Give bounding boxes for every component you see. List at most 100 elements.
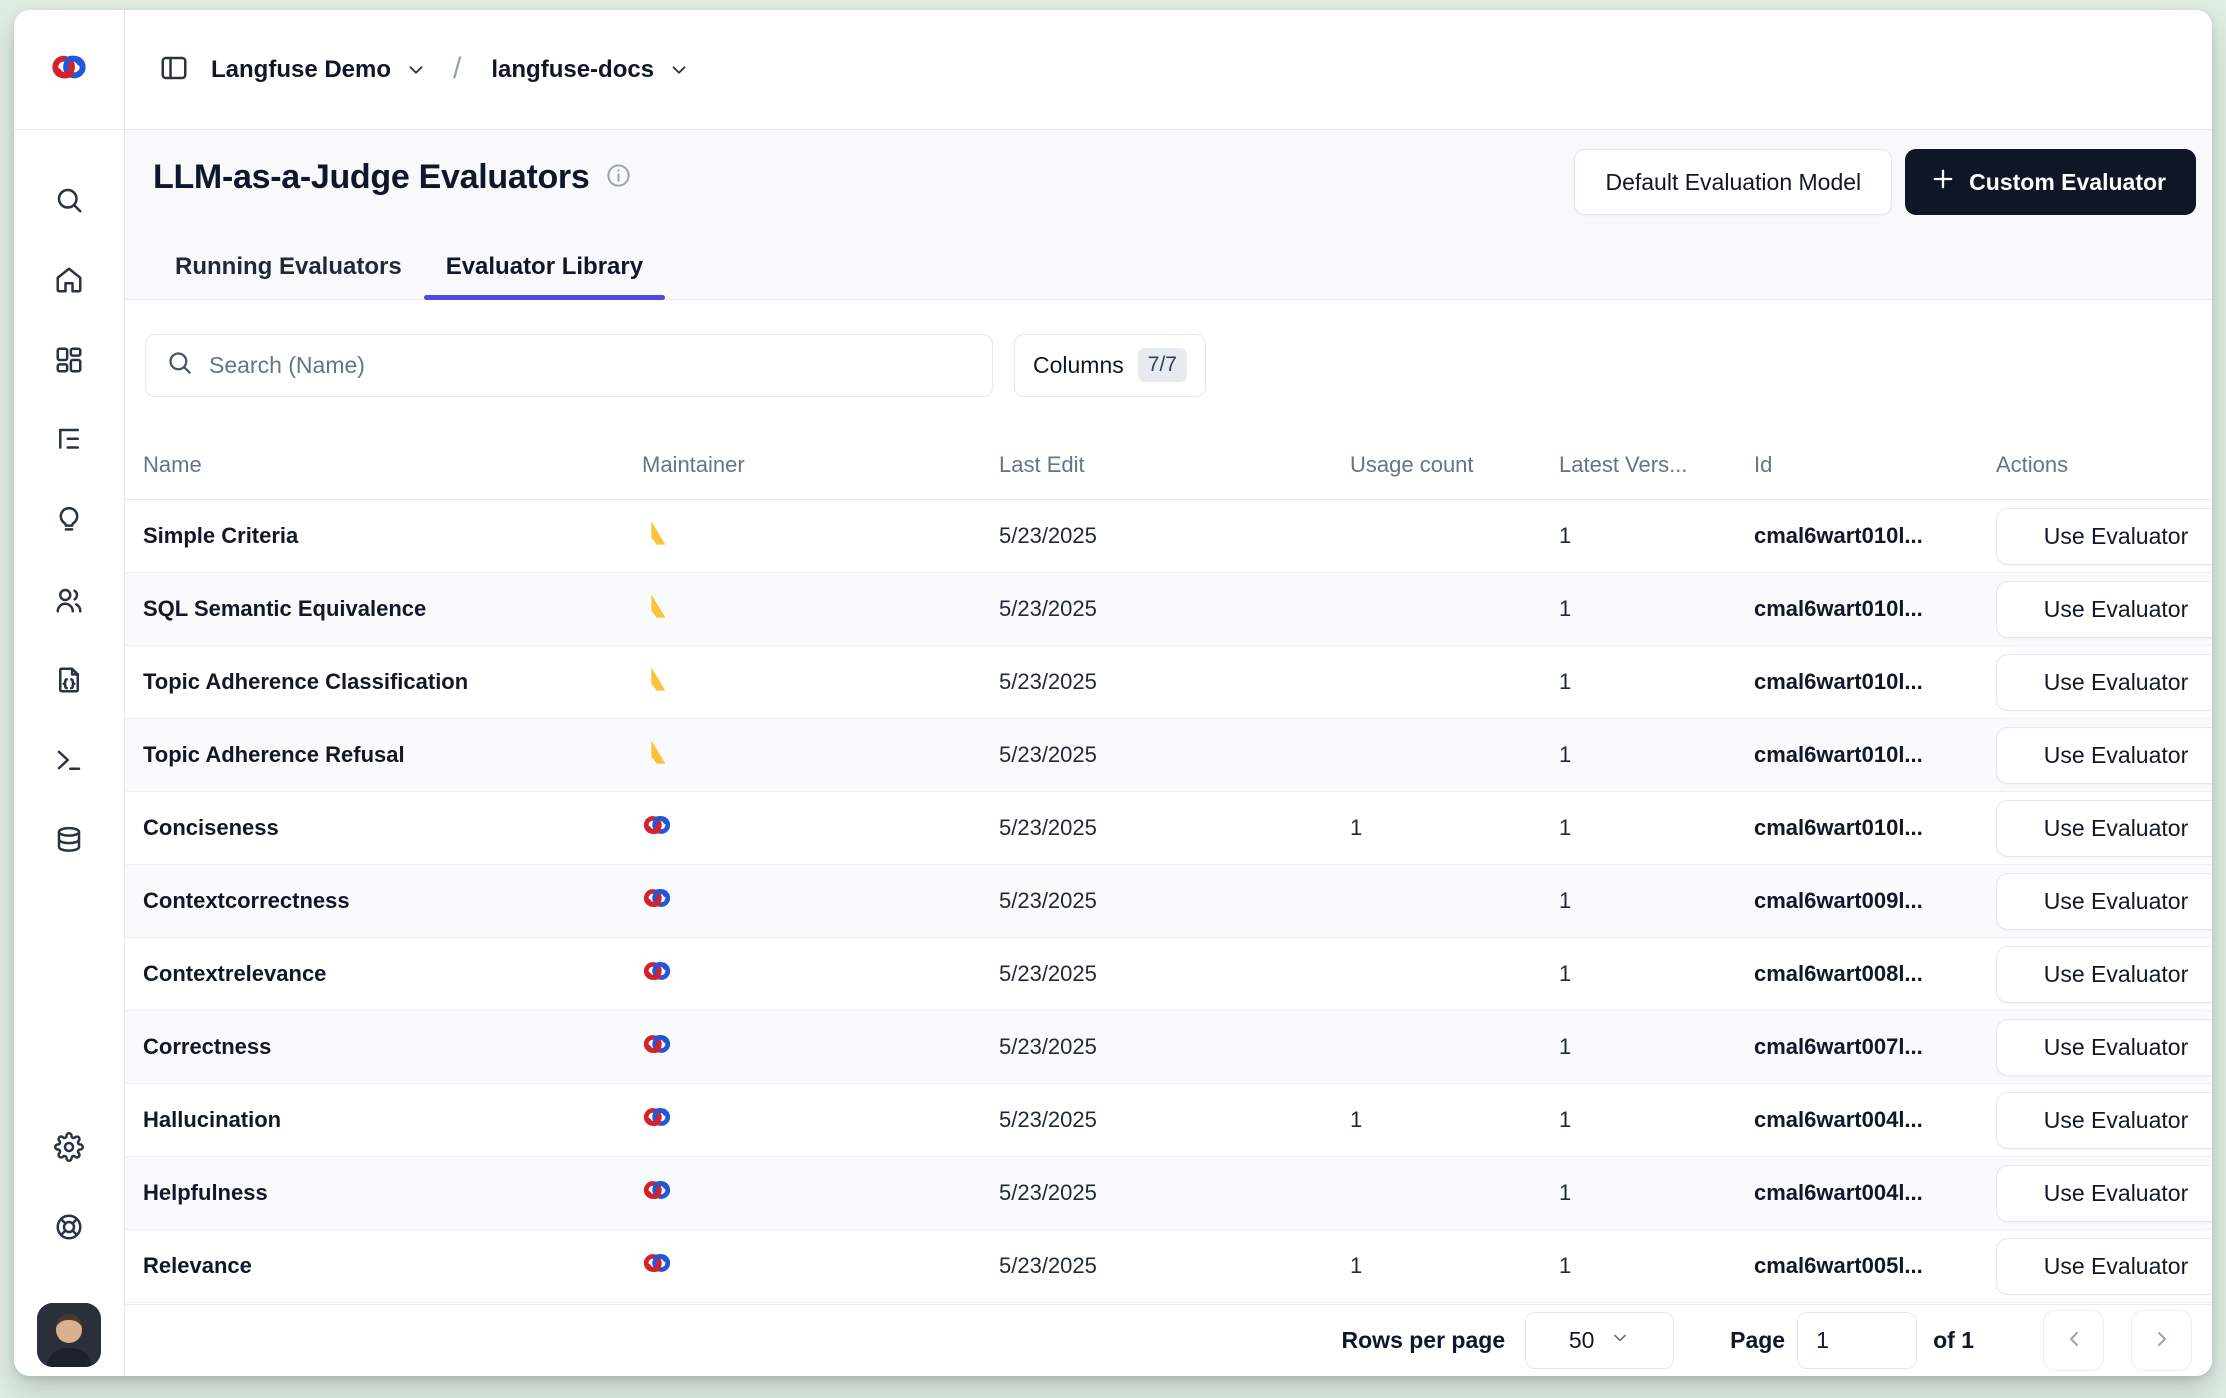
column-header: Actions xyxy=(1996,452,2212,478)
sidebar-item-home[interactable] xyxy=(46,258,92,304)
use-evaluator-button[interactable]: Use Evaluator xyxy=(1996,508,2212,565)
app-window: Langfuse Demo / langfuse-docs xyxy=(14,10,2212,1376)
column-header: Maintainer xyxy=(642,452,999,478)
last-edit-cell: 5/23/2025 xyxy=(999,815,1350,841)
next-page-button[interactable] xyxy=(2131,1310,2192,1371)
actions-cell: Use Evaluator xyxy=(1996,654,2212,711)
maintainer-cell xyxy=(642,738,999,772)
table-row: Topic Adherence Classification5/23/20251… xyxy=(125,646,2212,719)
file-code-icon xyxy=(54,665,84,698)
last-edit-cell: 5/23/2025 xyxy=(999,1253,1350,1279)
search-icon xyxy=(54,185,84,218)
lightbulb-icon xyxy=(54,505,84,538)
breadcrumb-separator: / xyxy=(433,52,477,86)
rows-per-page-select[interactable]: 50 xyxy=(1525,1312,1674,1369)
ragas-maintainer-icon xyxy=(642,527,670,552)
sidebar-item-datasets[interactable] xyxy=(46,818,92,864)
use-evaluator-button[interactable]: Use Evaluator xyxy=(1996,800,2212,857)
project-selector[interactable]: langfuse-docs xyxy=(483,56,662,84)
use-evaluator-button[interactable]: Use Evaluator xyxy=(1996,1165,2212,1222)
sidebar-item-dashboards[interactable] xyxy=(46,338,92,384)
maintainer-cell xyxy=(642,956,999,992)
database-icon xyxy=(54,825,84,858)
info-icon[interactable] xyxy=(605,162,632,194)
actions-cell: Use Evaluator xyxy=(1996,800,2212,857)
table-footer: Rows per page 50 Page of 1 xyxy=(125,1304,2212,1376)
actions-cell: Use Evaluator xyxy=(1996,508,2212,565)
sidebar-item-settings[interactable] xyxy=(46,1125,92,1171)
use-evaluator-button[interactable]: Use Evaluator xyxy=(1996,727,2212,784)
table-row: Contextrelevance5/23/20251cmal6wart008l.… xyxy=(125,938,2212,1011)
gear-icon xyxy=(54,1132,84,1165)
breadcrumb: Langfuse Demo / langfuse-docs xyxy=(125,10,2212,129)
evaluator-name: Relevance xyxy=(143,1253,642,1279)
actions-cell: Use Evaluator xyxy=(1996,1019,2212,1076)
list-tree-icon xyxy=(54,425,84,458)
page-label: Page xyxy=(1730,1327,1785,1354)
maintainer-cell xyxy=(642,810,999,846)
search-input[interactable] xyxy=(209,352,972,379)
search-icon xyxy=(166,349,193,381)
use-evaluator-button[interactable]: Use Evaluator xyxy=(1996,1019,2212,1076)
columns-count-badge: 7/7 xyxy=(1138,348,1187,382)
use-evaluator-button[interactable]: Use Evaluator xyxy=(1996,946,2212,1003)
evaluator-name: Contextrelevance xyxy=(143,961,642,987)
sidebar-item-tracing[interactable] xyxy=(46,418,92,464)
chevron-down-icon[interactable] xyxy=(668,59,690,81)
use-evaluator-button[interactable]: Use Evaluator xyxy=(1996,581,2212,638)
latest-version-cell: 1 xyxy=(1559,596,1754,622)
use-evaluator-button[interactable]: Use Evaluator xyxy=(1996,873,2212,930)
sidebar-item-playground[interactable] xyxy=(46,738,92,784)
sidebar-item-search[interactable] xyxy=(46,178,92,224)
latest-version-cell: 1 xyxy=(1559,888,1754,914)
custom-evaluator-button[interactable]: Custom Evaluator xyxy=(1905,149,2196,215)
tab-evaluator-library[interactable]: Evaluator Library xyxy=(424,253,665,299)
ragas-maintainer-icon xyxy=(642,600,670,625)
maintainer-cell xyxy=(642,665,999,699)
ragas-maintainer-icon xyxy=(642,746,670,771)
actions-cell: Use Evaluator xyxy=(1996,581,2212,638)
table-body: Simple Criteria 5/23/2025 1 cmal6wart010l..… xyxy=(125,500,2212,1304)
users-icon xyxy=(54,585,84,618)
evaluator-id: cmal6wart010l... xyxy=(1754,669,1996,695)
sidebar-toggle-button[interactable] xyxy=(151,47,197,93)
use-evaluator-button[interactable]: Use Evaluator xyxy=(1996,654,2212,711)
user-avatar[interactable] xyxy=(37,1303,101,1367)
actions-cell: Use Evaluator xyxy=(1996,873,2212,930)
sidebar xyxy=(14,130,125,1376)
rows-per-page-label: Rows per page xyxy=(1342,1327,1506,1354)
latest-version-cell: 1 xyxy=(1559,1253,1754,1279)
last-edit-cell: 5/23/2025 xyxy=(999,888,1350,914)
previous-page-button[interactable] xyxy=(2043,1310,2104,1371)
last-edit-cell: 5/23/2025 xyxy=(999,1107,1350,1133)
org-selector[interactable]: Langfuse Demo xyxy=(203,56,399,84)
tab-bar: Running Evaluators Evaluator Library xyxy=(153,253,665,299)
last-edit-cell: 5/23/2025 xyxy=(999,596,1350,622)
column-header: Last Edit xyxy=(999,452,1350,478)
last-edit-cell: 5/23/2025 xyxy=(999,961,1350,987)
maintainer-cell xyxy=(642,592,999,626)
evaluators-table: NameMaintainerLast EditUsage countLatest… xyxy=(125,430,2212,1376)
chevron-down-icon[interactable] xyxy=(405,59,427,81)
use-evaluator-button[interactable]: Use Evaluator xyxy=(1996,1238,2212,1295)
sidebar-item-evaluation[interactable] xyxy=(46,658,92,704)
evaluator-id: cmal6wart010l... xyxy=(1754,742,1996,768)
evaluator-name: Simple Criteria xyxy=(143,523,642,549)
langfuse-logo-icon xyxy=(50,48,88,91)
column-header: Id xyxy=(1754,452,1996,478)
tab-running-evaluators[interactable]: Running Evaluators xyxy=(153,253,424,299)
evaluator-id: cmal6wart008l... xyxy=(1754,961,1996,987)
page-number-input[interactable] xyxy=(1797,1312,1917,1369)
page-header: LLM-as-a-Judge Evaluators Default Evalua… xyxy=(125,130,2212,300)
sidebar-item-users[interactable] xyxy=(46,578,92,624)
use-evaluator-button[interactable]: Use Evaluator xyxy=(1996,1092,2212,1149)
langfuse-maintainer-icon xyxy=(642,1258,672,1283)
default-evaluation-model-button[interactable]: Default Evaluation Model xyxy=(1574,149,1892,215)
columns-button[interactable]: Columns 7/7 xyxy=(1014,334,1206,397)
table-row: SQL Semantic Equivalence5/23/20251cmal6w… xyxy=(125,573,2212,646)
sidebar-item-prompts[interactable] xyxy=(46,498,92,544)
search-box xyxy=(145,334,993,397)
brand-cell xyxy=(14,10,125,129)
sidebar-item-support[interactable] xyxy=(46,1205,92,1251)
evaluator-name: Conciseness xyxy=(143,815,642,841)
